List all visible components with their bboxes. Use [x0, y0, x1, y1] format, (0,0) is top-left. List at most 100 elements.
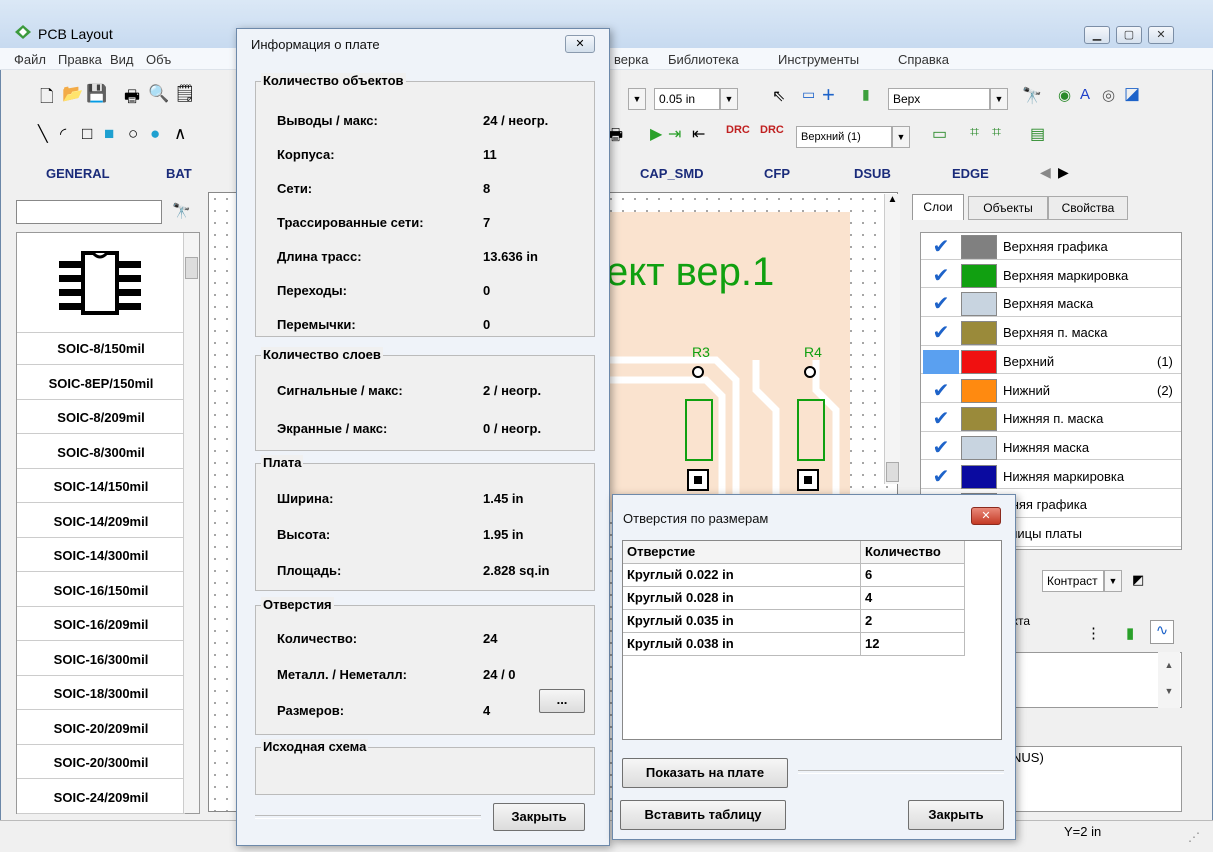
layer-row[interactable]: ✔ Нижняя маркировка: [921, 464, 1181, 490]
report-icon[interactable]: ▤: [1030, 124, 1045, 144]
layer-dropdown-arrow-icon[interactable]: ▼: [990, 88, 1008, 110]
component-icon[interactable]: ▮: [1126, 624, 1134, 642]
hole-type-cell[interactable]: Круглый 0.035 in: [623, 610, 861, 633]
board-info-close-icon[interactable]: ✕: [565, 35, 595, 53]
tab-properties[interactable]: Свойства: [1048, 196, 1128, 220]
tab-cfp[interactable]: CFP: [764, 166, 790, 181]
hole-count-cell[interactable]: 12: [861, 633, 965, 656]
arc-tool-icon[interactable]: ◜: [60, 124, 66, 144]
import-icon[interactable]: ⇤: [692, 124, 705, 144]
menu-help[interactable]: Справка: [898, 52, 949, 67]
hole-sizes-close-button[interactable]: Закрыть: [908, 800, 1004, 830]
layer-color-swatch[interactable]: [961, 378, 997, 403]
dropdown-arrow-icon[interactable]: ▼: [628, 88, 646, 110]
hole-type-cell[interactable]: Круглый 0.038 in: [623, 633, 861, 656]
layer-row[interactable]: ✔ Нижний (2): [921, 378, 1181, 403]
export-icon[interactable]: ⇥: [668, 124, 681, 144]
component-list-item[interactable]: SOIC-20/300mil: [17, 747, 185, 779]
layer-row[interactable]: ✔ Нижняя маска: [921, 435, 1181, 461]
hole-sizes-close-icon[interactable]: ✕: [971, 507, 1001, 525]
component-list-item[interactable]: SOIC-14/300mil: [17, 540, 185, 572]
board-icon[interactable]: ▭: [932, 124, 947, 144]
tab-edge[interactable]: EDGE: [952, 166, 989, 181]
tab-scroll-left-icon[interactable]: ◀: [1040, 164, 1051, 181]
checkmark-icon[interactable]: ✔: [923, 436, 959, 460]
layer-visibility-cell[interactable]: [923, 349, 959, 374]
new-file-icon[interactable]: 🗋: [40, 84, 54, 113]
component-search-input[interactable]: [16, 200, 162, 224]
print-icon[interactable]: 🖶: [124, 84, 140, 113]
net-icon[interactable]: ⋮: [1086, 624, 1101, 642]
layer-color-swatch[interactable]: [961, 435, 997, 460]
checkmark-icon[interactable]: ✔: [923, 235, 959, 259]
maximize-button[interactable]: ▢: [1116, 26, 1142, 44]
line-tool-icon[interactable]: ╲: [38, 124, 48, 144]
component-list-item[interactable]: SOIC-20/209mil: [17, 712, 185, 745]
resize-grip-icon[interactable]: ⋰: [1188, 830, 1200, 844]
run-icon[interactable]: ▶: [650, 124, 662, 144]
autoroute-icon[interactable]: ⌗: [992, 124, 1001, 142]
layer-select[interactable]: Верх: [888, 88, 990, 110]
menu-file[interactable]: Файл: [14, 52, 46, 67]
hole-count-cell[interactable]: 2: [861, 610, 965, 633]
component-list-scrollbar[interactable]: [183, 233, 199, 813]
component-list-item[interactable]: SOIC-8/300mil: [17, 436, 185, 469]
contrast-select[interactable]: Контраст: [1042, 570, 1104, 592]
layer-color-swatch[interactable]: [961, 321, 997, 346]
binoculars-icon[interactable]: 🔭: [1022, 86, 1042, 106]
object-list-scrollbar[interactable]: ▲ ▼: [1158, 652, 1180, 708]
checkmark-icon[interactable]: ✔: [923, 321, 959, 345]
tab-layers[interactable]: Слои: [912, 194, 964, 220]
tab-general[interactable]: GENERAL: [46, 166, 110, 181]
layer-row[interactable]: ✔ Верхняя маска: [921, 292, 1181, 317]
grid-dropdown-arrow-icon[interactable]: ▼: [720, 88, 738, 110]
menu-check[interactable]: верка: [614, 52, 648, 67]
document-icon[interactable]: 🗒: [174, 84, 196, 104]
checkmark-icon[interactable]: ✔: [923, 407, 959, 431]
tab-cap-smd[interactable]: CAP_SMD: [640, 166, 704, 181]
hole-type-cell[interactable]: Круглый 0.028 in: [623, 587, 861, 610]
object-list-box[interactable]: [1006, 652, 1182, 708]
grid-select[interactable]: 0.05 in: [654, 88, 720, 110]
component-list-item[interactable]: SOIC-14/150mil: [17, 471, 185, 503]
board-info-close-button[interactable]: Закрыть: [493, 803, 585, 831]
layer-color-swatch[interactable]: [961, 292, 997, 317]
open-folder-icon[interactable]: 📂: [62, 84, 83, 104]
layer-color-swatch[interactable]: [961, 349, 997, 374]
contrast-dropdown-arrow-icon[interactable]: ▼: [1104, 570, 1122, 592]
filled-rect-tool-icon[interactable]: ■: [104, 124, 114, 144]
checkmark-icon[interactable]: ✔: [923, 465, 959, 489]
tab-dsub[interactable]: DSUB: [854, 166, 891, 181]
tab-bat[interactable]: BAT: [166, 166, 192, 181]
component-list-item[interactable]: SOIC-18/300mil: [17, 678, 185, 710]
menu-tools[interactable]: Инструменты: [778, 52, 859, 67]
layer-mode-select[interactable]: Верхний (1): [796, 126, 892, 148]
layer-row[interactable]: ✔ Верхняя п. маска: [921, 321, 1181, 346]
canvas-scrollbar[interactable]: ▲: [884, 194, 900, 484]
trace-icon[interactable]: ∿: [1150, 620, 1174, 644]
layer-row[interactable]: ✔ Верхняя маркировка: [921, 263, 1181, 289]
drc-settings-icon[interactable]: DRC: [760, 124, 784, 136]
routing-icon[interactable]: ⌗: [970, 124, 979, 142]
text-a-icon[interactable]: A: [1080, 86, 1090, 103]
menu-library[interactable]: Библиотека: [668, 52, 739, 67]
checkmark-icon[interactable]: ✔: [923, 379, 959, 403]
component-list-item[interactable]: SOIC-8EP/150mil: [17, 367, 185, 400]
layer-row[interactable]: ✔ Нижняя п. маска: [921, 407, 1181, 432]
search-binoculars-icon[interactable]: 🔭: [172, 202, 191, 220]
component-list-item[interactable]: SOIC-24/209mil: [17, 781, 185, 814]
polyline-tool-icon[interactable]: ∧: [174, 124, 186, 144]
drc-icon[interactable]: DRC: [726, 124, 750, 136]
circle-tool-icon[interactable]: ○: [128, 124, 138, 144]
layer-row[interactable]: Верхний (1): [921, 349, 1181, 375]
filled-circle-tool-icon[interactable]: ●: [150, 124, 160, 144]
close-window-button[interactable]: ✕: [1148, 26, 1174, 44]
ruler-icon[interactable]: ▭: [802, 86, 815, 103]
component-list-item[interactable]: SOIC-8/150mil: [17, 333, 185, 365]
component-list-item[interactable]: SOIC-16/300mil: [17, 643, 185, 676]
layer-color-swatch[interactable]: [961, 464, 997, 489]
hole-sizes-ellipsis-button[interactable]: ...: [539, 689, 585, 713]
column-header-count[interactable]: Количество: [861, 541, 965, 564]
hole-type-cell[interactable]: Круглый 0.022 in: [623, 564, 861, 587]
tab-objects[interactable]: Объекты: [968, 196, 1048, 220]
